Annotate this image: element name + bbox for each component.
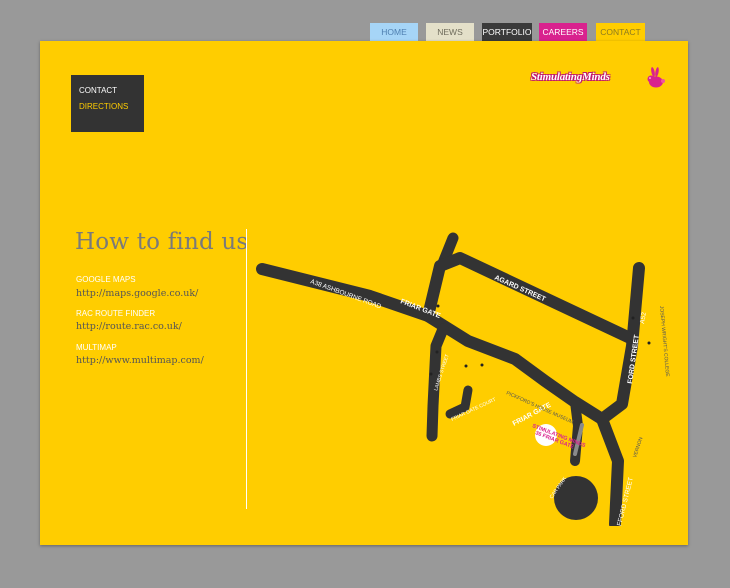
map-label-vernon: VERNON [632,436,644,459]
tab-portfolio[interactable]: PORTFOLIO [482,23,532,41]
link-google-maps[interactable]: http://maps.google.co.uk/ [76,288,198,299]
map-dot [631,316,635,320]
link-multimap[interactable]: http://www.multimap.com/ [76,355,204,366]
map-dot [435,350,439,354]
map-dot [464,364,468,368]
tab-home[interactable]: HOME [370,23,418,41]
map-road-friar-gate [256,262,645,425]
brand-logo[interactable]: StimulatingMinds [531,67,666,88]
rabbit-icon [647,67,665,88]
map-dot [429,372,433,376]
map-label-a52: A52 [639,311,648,324]
directions-map: A38 ASHBOURNE ROAD FRIAR GATE FRIAR GATE… [256,232,670,526]
tab-contact[interactable]: CONTACT [596,23,645,41]
page-title: How to find us [75,229,249,255]
content-panel: CONTACT DIRECTIONS StimulatingMinds How … [40,41,688,545]
map-dot [647,341,651,345]
link-label-google-maps: GOOGLE MAPS [76,275,136,284]
tab-news[interactable]: NEWS [426,23,474,41]
content-divider [246,229,247,509]
sub-navigation: CONTACT DIRECTIONS [71,75,144,132]
tab-careers[interactable]: CAREERS [539,23,587,41]
map-dot [480,363,484,367]
link-rac-route-finder[interactable]: http://route.rac.co.uk/ [76,321,182,332]
logo-text: StimulatingMinds [531,71,610,83]
subnav-item-contact[interactable]: CONTACT [79,86,117,95]
map-road-stafford-street [596,413,624,526]
link-label-rac-route-finder: RAC ROUTE FINDER [76,309,156,318]
map-label-joseph-wright: JOSEPH WRIGHT'S COLLEGE [658,306,670,378]
subnav-item-directions[interactable]: DIRECTIONS [79,102,128,111]
map-road-agard-street [422,252,636,344]
map-dot [436,304,440,308]
link-label-multimap: MULTIMAP [76,343,117,352]
